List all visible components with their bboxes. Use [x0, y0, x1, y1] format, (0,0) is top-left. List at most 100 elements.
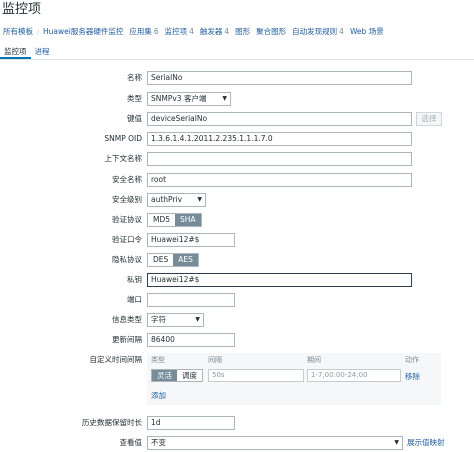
chevron-down-icon: ▼	[197, 196, 202, 203]
priv-aes-option[interactable]: AES	[173, 254, 198, 266]
priv-key-label: 私钥	[127, 275, 142, 284]
type-select[interactable]: SNMPv3 客户端 ▼	[147, 92, 231, 106]
breadcrumb-nav: 所有模板 / Huawei服务器硬件监控 应用集 6 监控项 4 触发器 4 图形 聚…	[0, 24, 474, 40]
tab-item[interactable]: 监控项	[0, 44, 31, 59]
type-label: 类型	[127, 94, 142, 103]
ci-add-link[interactable]: 添加	[151, 390, 166, 401]
row-priv-protocol: 隐私协议 DES AES	[0, 252, 474, 268]
ci-type-toggle: 灵活 调度	[151, 369, 203, 382]
key-input[interactable]: deviceSerialNo	[147, 112, 412, 126]
form-tabs: 监控项 进程	[0, 44, 474, 60]
priv-protocol-label: 隐私协议	[112, 255, 142, 264]
custom-intervals-label: 自定义时间间隔	[89, 355, 143, 364]
ci-flexible-option[interactable]: 灵活	[152, 370, 177, 381]
auth-md5-option[interactable]: MD5	[148, 214, 176, 226]
nav-label: Web 场景	[349, 27, 384, 36]
port-input[interactable]	[147, 293, 235, 307]
row-key: 键值 deviceSerialNo 选择	[0, 111, 474, 127]
auth-protocol-toggle: MD5 SHA	[147, 213, 202, 227]
priv-key-input[interactable]: Huawei12#$	[147, 273, 412, 287]
row-auth-passphrase: 验证口令 Huawei12#$	[0, 232, 474, 248]
nav-graphs[interactable]: 图形	[232, 24, 253, 40]
security-level-label: 安全级别	[112, 195, 142, 204]
nav-label: 触发器	[199, 27, 223, 36]
auth-passphrase-label: 验证口令	[112, 235, 142, 244]
nav-applications[interactable]: 应用集 6	[126, 24, 161, 40]
row-show-value: 查看值 不变 ▼ 展示值映射	[0, 435, 474, 451]
nav-screens[interactable]: 聚合图形	[253, 24, 289, 40]
nav-all-templates[interactable]: 所有模板	[0, 24, 36, 40]
nav-count: 4	[339, 27, 344, 36]
row-oid: SNMP OID 1.3.6.1.4.1.2011.2.235.1.1.1.7.…	[0, 131, 474, 147]
row-type: 类型 SNMPv3 客户端 ▼	[0, 91, 474, 107]
row-history: 历史数据保留时长 1d	[0, 415, 474, 431]
name-input[interactable]: SerialNo	[147, 71, 412, 85]
show-value-mapping-link[interactable]: 展示值映射	[407, 435, 445, 451]
custom-intervals-table: 类型 间隔 期间 动作 灵活 调度 50s 1-7,00:00-24:00 移除…	[147, 353, 441, 405]
context-label: 上下文名称	[104, 154, 143, 163]
update-interval-label: 更新间隔	[112, 335, 142, 344]
security-level-value: authPriv	[151, 195, 183, 204]
show-value-select[interactable]: 不变 ▼	[147, 436, 403, 450]
security-name-input[interactable]: root	[147, 173, 412, 187]
type-select-value: SNMPv3 客户端	[151, 94, 207, 103]
info-type-value: 字符	[151, 315, 166, 324]
nav-label: Huawei服务器硬件监控	[43, 27, 124, 36]
row-port: 端口	[0, 292, 474, 308]
chevron-down-icon: ▼	[222, 95, 227, 102]
priv-des-option[interactable]: DES	[148, 254, 174, 266]
row-context: 上下文名称	[0, 151, 474, 167]
info-type-select[interactable]: 字符 ▼	[147, 313, 204, 327]
history-input[interactable]: 1d	[147, 416, 235, 430]
nav-items[interactable]: 监控项 4	[162, 24, 197, 40]
ci-scheduling-option[interactable]: 调度	[177, 370, 202, 381]
row-security-level: 安全级别 authPriv ▼	[0, 192, 474, 208]
nav-discovery-rules[interactable]: 自动发现规则 4	[289, 24, 347, 40]
row-info-type: 信息类型 字符 ▼	[0, 312, 474, 328]
auth-passphrase-input[interactable]: Huawei12#$	[147, 233, 235, 247]
port-label: 端口	[127, 295, 142, 304]
ci-period-input[interactable]: 1-7,00:00-24:00	[307, 369, 401, 382]
nav-label: 自动发现规则	[292, 27, 338, 36]
priv-protocol-toggle: DES AES	[147, 253, 199, 267]
ci-header-action: 动作	[405, 356, 419, 364]
oid-input[interactable]: 1.3.6.1.4.1.2011.2.235.1.1.1.7.0	[147, 132, 412, 146]
select-key-button[interactable]: 选择	[416, 112, 442, 126]
ci-remove-link[interactable]: 移除	[405, 371, 420, 382]
nav-label: 监控项	[164, 27, 188, 36]
ci-header-period: 期间	[307, 356, 321, 364]
nav-label: 应用集	[129, 27, 152, 36]
nav-triggers[interactable]: 触发器 4	[197, 24, 232, 40]
show-value-label: 查看值	[119, 438, 143, 447]
nav-label: 所有模板	[3, 27, 33, 36]
nav-template-name[interactable]: Huawei服务器硬件监控	[40, 24, 126, 40]
key-label: 键值	[127, 114, 142, 123]
auth-sha-option[interactable]: SHA	[175, 214, 201, 226]
row-priv-key: 私钥 Huawei12#$	[0, 272, 474, 288]
row-update-interval: 更新间隔 86400	[0, 332, 474, 348]
nav-web-scenarios[interactable]: Web 场景	[347, 24, 387, 40]
security-name-label: 安全名称	[112, 175, 142, 184]
update-interval-input[interactable]: 86400	[147, 333, 235, 347]
nav-label: 聚合图形	[256, 27, 287, 36]
nav-count: 4	[189, 27, 194, 36]
ci-header-interval: 间隔	[208, 356, 222, 364]
history-label: 历史数据保留时长	[82, 418, 142, 427]
page-title: 监控项	[2, 2, 42, 17]
security-level-select[interactable]: authPriv ▼	[147, 193, 206, 207]
nav-count: 6	[153, 27, 159, 36]
name-label: 名称	[127, 73, 142, 82]
ci-interval-input[interactable]: 50s	[208, 369, 304, 382]
row-auth-protocol: 验证协议 MD5 SHA	[0, 212, 474, 228]
chevron-down-icon: ▼	[394, 439, 399, 446]
show-value-value: 不变	[151, 438, 166, 447]
tab-preprocessing[interactable]: 进程	[31, 44, 54, 59]
chevron-down-icon: ▼	[195, 316, 200, 323]
ci-header-type: 类型	[151, 356, 165, 364]
auth-protocol-label: 验证协议	[112, 215, 142, 224]
row-name: 名称 SerialNo	[0, 70, 474, 86]
nav-label: 图形	[235, 27, 251, 36]
oid-label: SNMP OID	[104, 134, 142, 143]
context-input[interactable]	[147, 152, 412, 166]
info-type-label: 信息类型	[112, 315, 142, 324]
